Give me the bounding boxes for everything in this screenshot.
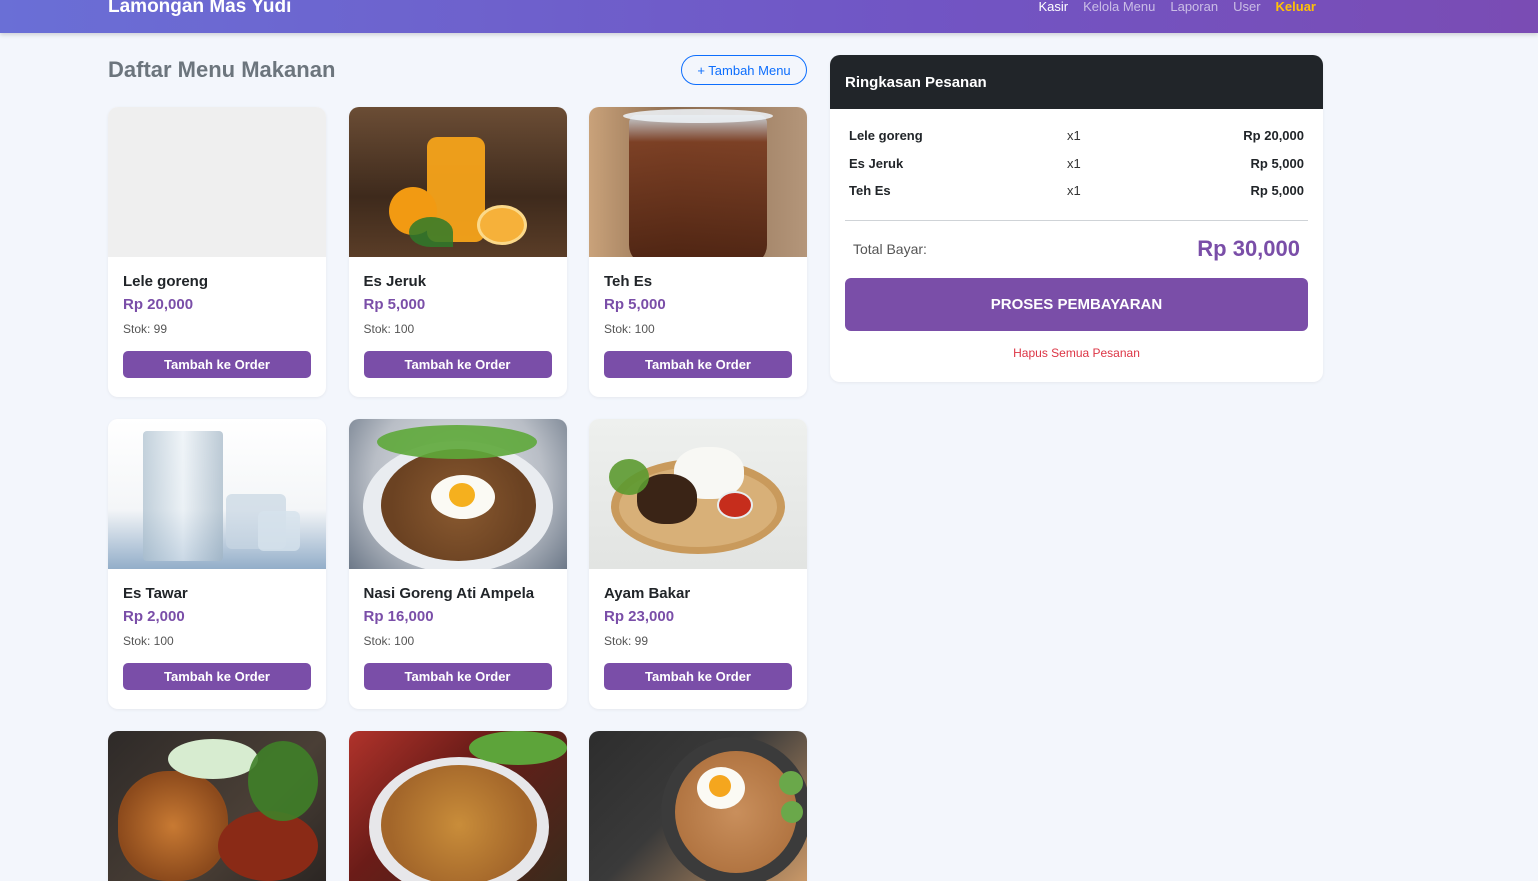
menu-card bbox=[348, 731, 567, 881]
order-item-subtotal: Rp 20,000 bbox=[1243, 128, 1304, 144]
menu-price: Rp 5,000 bbox=[604, 296, 666, 313]
menu-image bbox=[108, 419, 326, 569]
menu-image bbox=[589, 419, 807, 569]
menu-card: Teh Es Rp 5,000 Stok: 100 Tambah ke Orde… bbox=[589, 107, 807, 397]
menu-price: Rp 23,000 bbox=[604, 608, 675, 625]
add-menu-button[interactable]: + Tambah Menu bbox=[681, 55, 807, 85]
nav-item-laporan[interactable]: Laporan bbox=[1170, 0, 1218, 14]
menu-image bbox=[108, 731, 326, 881]
add-to-order-button[interactable]: Tambah ke Order bbox=[604, 663, 792, 690]
total-label: Total Bayar: bbox=[853, 241, 927, 257]
order-item-qty: x1 bbox=[1067, 128, 1081, 144]
menu-stock: Stok: 99 bbox=[123, 322, 168, 336]
menu-card: Lele goreng Rp 20,000 Stok: 99 Tambah ke… bbox=[108, 107, 326, 397]
menu-price: Rp 20,000 bbox=[123, 296, 194, 313]
menu-name: Nasi Goreng Ati Ampela bbox=[363, 585, 535, 602]
order-row: Teh Es x1 Rp 5,000 bbox=[849, 177, 1304, 205]
nav-item-user[interactable]: User bbox=[1233, 0, 1260, 14]
menu-stock: Stok: 100 bbox=[363, 322, 415, 336]
menu-image bbox=[108, 107, 326, 257]
menu-stock: Stok: 100 bbox=[604, 322, 655, 336]
add-to-order-button[interactable]: Tambah ke Order bbox=[604, 351, 792, 378]
menu-card: Es Tawar Rp 2,000 Stok: 100 Tambah ke Or… bbox=[108, 419, 326, 709]
order-summary-panel: Ringkasan Pesanan Lele goreng x1 Rp 20,0… bbox=[830, 55, 1323, 382]
order-item-qty: x1 bbox=[1067, 183, 1081, 199]
add-to-order-button[interactable]: Tambah ke Order bbox=[123, 663, 311, 690]
order-item-subtotal: Rp 5,000 bbox=[1250, 183, 1304, 199]
menu-image bbox=[348, 107, 567, 257]
order-list: Lele goreng x1 Rp 20,000 Es Jeruk x1 Rp … bbox=[830, 109, 1323, 205]
page-title: Daftar Menu Makanan bbox=[108, 57, 336, 82]
nav-item-kasir[interactable]: Kasir bbox=[1038, 0, 1068, 14]
brand-title[interactable]: Lamongan Mas Yudi bbox=[108, 0, 291, 18]
logout-link[interactable]: Keluar bbox=[1276, 0, 1316, 14]
menu-image bbox=[348, 419, 567, 569]
menu-stock: Stok: 99 bbox=[604, 634, 649, 648]
menu-price: Rp 2,000 bbox=[123, 608, 185, 625]
menu-card: Nasi Goreng Ati Ampela Rp 16,000 Stok: 1… bbox=[348, 419, 567, 709]
menu-name: Teh Es bbox=[604, 273, 653, 290]
summary-divider bbox=[845, 220, 1308, 221]
process-payment-button[interactable]: PROSES PEMBAYARAN bbox=[845, 278, 1308, 331]
order-row: Es Jeruk x1 Rp 5,000 bbox=[849, 150, 1304, 178]
order-item-subtotal: Rp 5,000 bbox=[1250, 155, 1304, 171]
order-item-name: Es Jeruk bbox=[849, 155, 904, 171]
add-to-order-button[interactable]: Tambah ke Order bbox=[363, 351, 552, 378]
menu-price: Rp 16,000 bbox=[363, 608, 434, 625]
menu-stock: Stok: 100 bbox=[123, 634, 174, 648]
menu-name: Lele goreng bbox=[123, 273, 209, 290]
menu-card: Es Jeruk Rp 5,000 Stok: 100 Tambah ke Or… bbox=[348, 107, 567, 397]
navbar: Lamongan Mas Yudi Kasir Kelola Menu Lapo… bbox=[0, 0, 1538, 33]
order-item-qty: x1 bbox=[1067, 155, 1081, 171]
menu-name: Es Tawar bbox=[123, 585, 188, 602]
menu-stock: Stok: 100 bbox=[363, 634, 415, 648]
summary-title: Ringkasan Pesanan bbox=[830, 55, 1323, 109]
menu-name: Es Jeruk bbox=[363, 273, 427, 290]
menu-card: Ayam Bakar Rp 23,000 Stok: 99 Tambah ke … bbox=[589, 419, 807, 709]
menu-image bbox=[589, 107, 807, 257]
order-item-name: Teh Es bbox=[849, 183, 891, 199]
menu-name: Ayam Bakar bbox=[604, 585, 691, 602]
menu-card bbox=[589, 731, 807, 881]
menu-grid: Lele goreng Rp 20,000 Stok: 99 Tambah ke… bbox=[108, 107, 807, 881]
nav-item-kelola-menu[interactable]: Kelola Menu bbox=[1083, 0, 1155, 14]
nav-menu: Kasir Kelola Menu Laporan User Keluar bbox=[1038, 0, 1316, 14]
total-value: Rp 30,000 bbox=[1197, 236, 1300, 261]
menu-image bbox=[348, 731, 567, 881]
order-item-name: Lele goreng bbox=[849, 128, 923, 144]
add-to-order-button[interactable]: Tambah ke Order bbox=[123, 351, 311, 378]
menu-image bbox=[589, 731, 807, 881]
clear-orders-link[interactable]: Hapus Semua Pesanan bbox=[845, 346, 1308, 360]
add-to-order-button[interactable]: Tambah ke Order bbox=[363, 663, 552, 690]
menu-price: Rp 5,000 bbox=[363, 296, 426, 313]
menu-card bbox=[108, 731, 326, 881]
order-row: Lele goreng x1 Rp 20,000 bbox=[849, 122, 1304, 150]
